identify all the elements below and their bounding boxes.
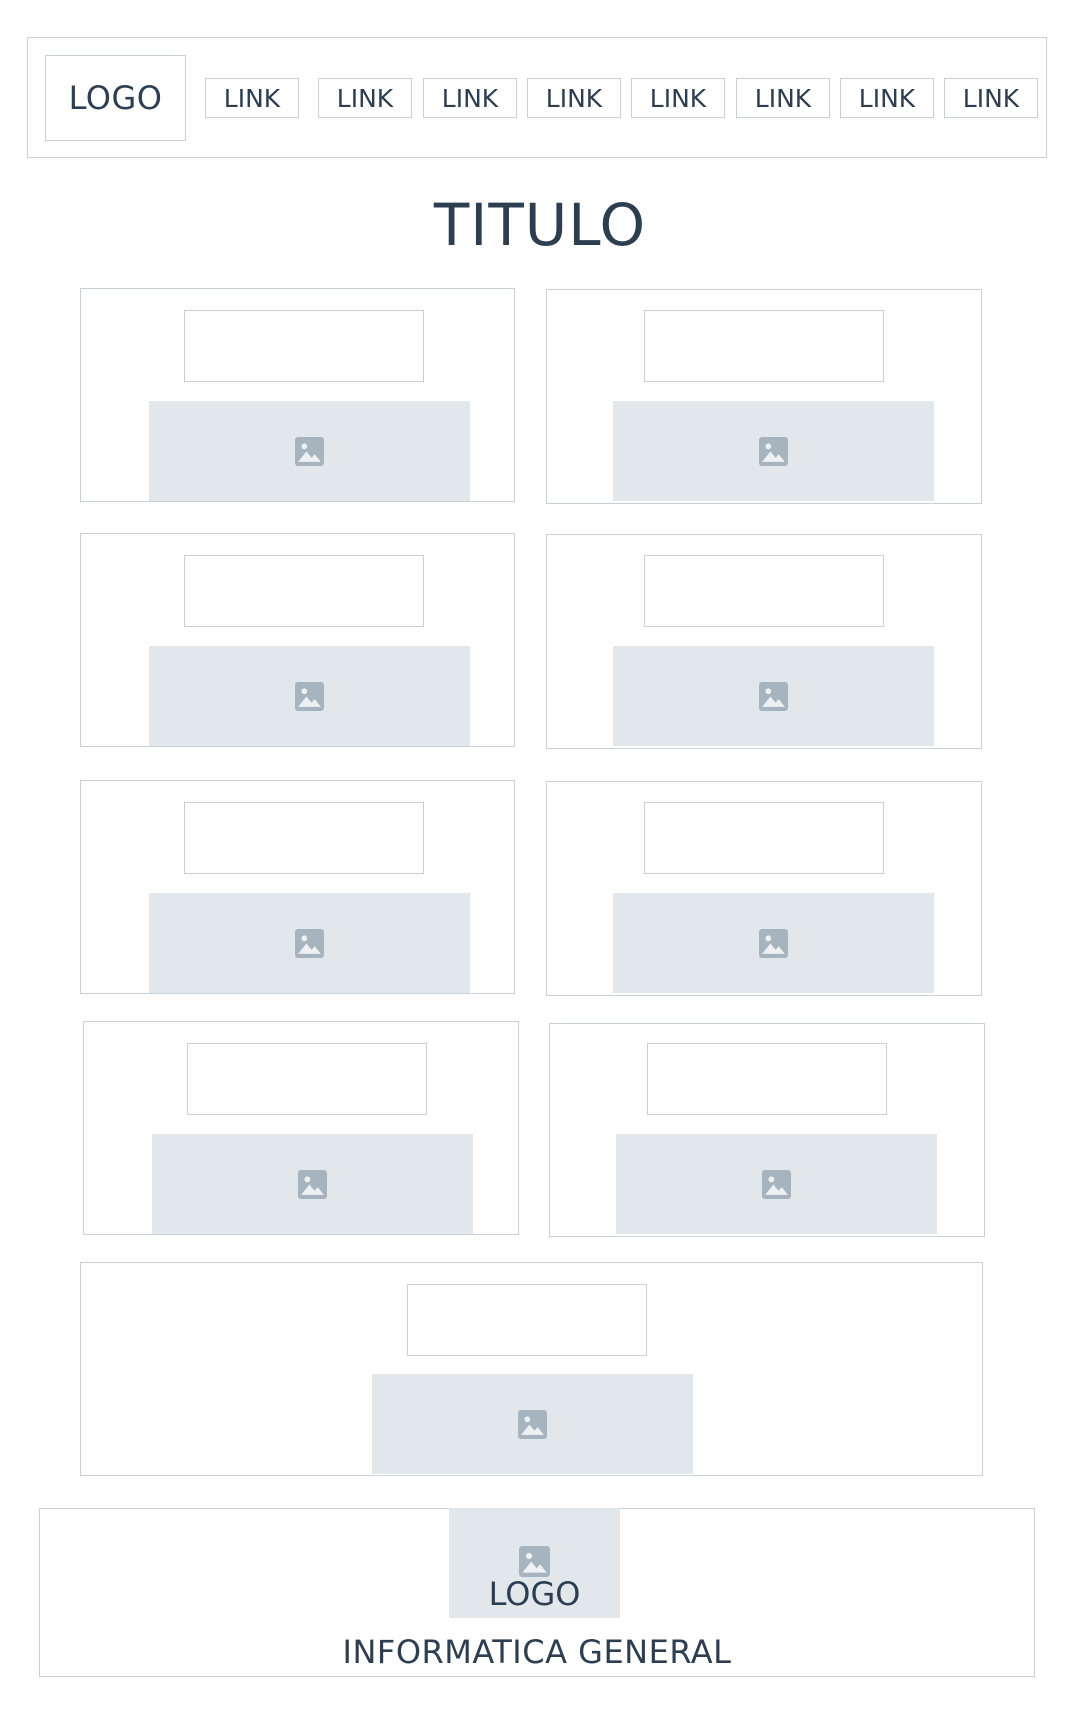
nav-link-6[interactable]: LINK <box>736 78 830 118</box>
nav-link-2[interactable]: LINK <box>318 78 412 118</box>
card-8-image <box>616 1134 937 1234</box>
nav-link-4[interactable]: LINK <box>527 78 621 118</box>
nav-link-label: LINK <box>649 83 707 113</box>
nav-link-1[interactable]: LINK <box>205 78 299 118</box>
nav-link-label: LINK <box>962 83 1020 113</box>
card-1-image <box>149 401 470 501</box>
card-8-title-placeholder <box>647 1043 887 1115</box>
card-2-image <box>613 401 934 501</box>
footer-logo-text: LOGO <box>488 1575 581 1613</box>
card-7-image <box>152 1134 473 1234</box>
card-9-title-placeholder <box>407 1284 647 1356</box>
header-logo-text: LOGO <box>68 79 163 117</box>
footer-name: INFORMATICA GENERAL <box>342 1633 732 1671</box>
card-3-image <box>149 646 470 746</box>
image-icon <box>759 681 788 711</box>
image-icon <box>295 681 324 711</box>
nav-link-7[interactable]: LINK <box>840 78 934 118</box>
nav-link-5[interactable]: LINK <box>631 78 725 118</box>
card-3-title-placeholder <box>184 555 424 627</box>
image-icon <box>762 1169 791 1199</box>
image-icon <box>759 436 788 466</box>
nav-link-label: LINK <box>754 83 812 113</box>
card-5-image <box>149 893 470 993</box>
nav-link-3[interactable]: LINK <box>423 78 517 118</box>
nav-link-8[interactable]: LINK <box>944 78 1038 118</box>
card-2-title-placeholder <box>644 310 884 382</box>
card-7-title-placeholder <box>187 1043 427 1115</box>
card-4-image <box>613 646 934 746</box>
card-6-title-placeholder <box>644 802 884 874</box>
nav-link-label: LINK <box>223 83 281 113</box>
image-icon <box>759 928 788 958</box>
page-title: TITULO <box>433 191 647 259</box>
image-icon <box>295 436 324 466</box>
card-4-title-placeholder <box>644 555 884 627</box>
nav-link-label: LINK <box>858 83 916 113</box>
image-icon <box>519 1546 550 1577</box>
card-9-image <box>372 1374 693 1474</box>
header-logo[interactable]: LOGO <box>45 55 186 141</box>
nav-link-label: LINK <box>545 83 603 113</box>
card-6-image <box>613 893 934 993</box>
card-5-title-placeholder <box>184 802 424 874</box>
nav-link-label: LINK <box>441 83 499 113</box>
nav-link-label: LINK <box>336 83 394 113</box>
image-icon <box>295 928 324 958</box>
card-1-title-placeholder <box>184 310 424 382</box>
image-icon <box>298 1169 327 1199</box>
image-icon <box>518 1409 547 1439</box>
